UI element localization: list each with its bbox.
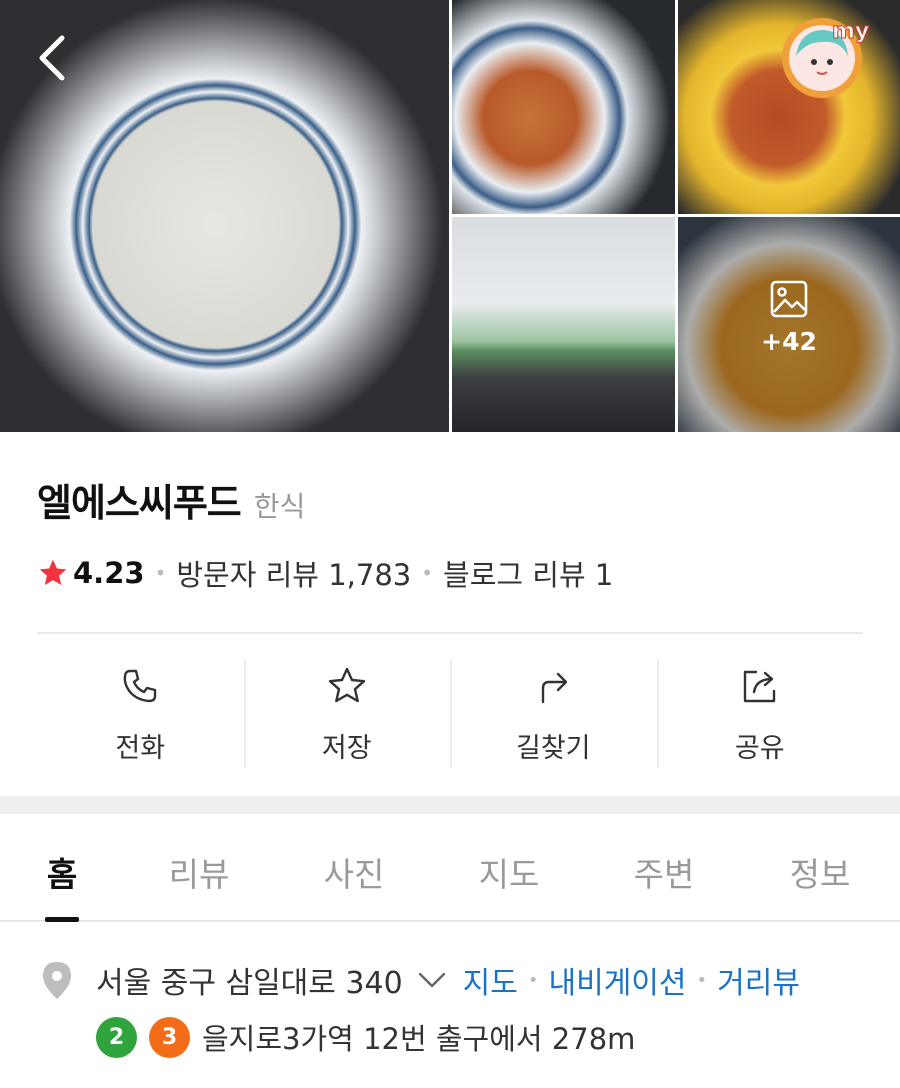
subway-directions-text: 을지로3가역 12번 출구에서 278m: [202, 1022, 636, 1056]
place-header: 엘에스씨푸드 한식: [37, 472, 305, 527]
blog-reviews-link[interactable]: 블로그 리뷰 1: [443, 552, 613, 594]
separator-dot: •: [527, 969, 539, 991]
street-view-link[interactable]: 거리뷰: [717, 958, 800, 1002]
tab-home[interactable]: 홈: [12, 848, 112, 896]
subway-line-2-badge: 2: [96, 1016, 137, 1058]
tab-info[interactable]: 정보: [770, 848, 870, 896]
call-button[interactable]: 전화: [37, 660, 244, 768]
chevron-down-icon[interactable]: [417, 970, 447, 990]
place-category: 한식: [253, 490, 306, 523]
map-link[interactable]: 지도: [463, 958, 518, 1002]
address-row: 서울 중구 삼일대로 340 지도 • 내비게이션 • 거리뷰: [40, 958, 800, 1002]
address-text: 서울 중구 삼일대로 340: [96, 966, 403, 1001]
separator-dot: •: [154, 561, 167, 585]
separator-dot: •: [696, 969, 708, 991]
more-photos[interactable]: +42: [678, 279, 900, 356]
tab-photos[interactable]: 사진: [304, 848, 404, 896]
save-label: 저장: [321, 733, 372, 764]
share-label: 공유: [734, 733, 785, 764]
active-tab-indicator: [45, 917, 79, 922]
side-dish-photo[interactable]: [452, 0, 675, 214]
navigation-link[interactable]: 내비게이션: [549, 958, 687, 1002]
action-bar: 전화 저장 길찾기 공유: [37, 660, 863, 768]
subway-line-3-badge: 3: [149, 1016, 190, 1058]
place-name: 엘에스씨푸드: [37, 481, 242, 525]
section-separator: [0, 796, 900, 814]
share-icon: [743, 670, 775, 703]
share-button[interactable]: 공유: [656, 660, 864, 768]
back-icon[interactable]: [30, 30, 74, 86]
subway-row: 2 3 을지로3가역 12번 출구에서 278m: [96, 1016, 635, 1058]
directions-button[interactable]: 길찾기: [450, 660, 657, 768]
tab-nearby[interactable]: 주변: [614, 848, 714, 896]
directions-icon: [542, 672, 568, 704]
rating-star-icon: [39, 559, 67, 585]
divider: [37, 632, 863, 634]
curry-photo[interactable]: +42: [678, 217, 900, 432]
my-badge-icon[interactable]: my: [774, 12, 870, 102]
photo-gallery: +42 my: [0, 0, 900, 432]
phone-icon: [123, 669, 157, 703]
visitor-reviews-link[interactable]: 방문자 리뷰 1,783: [176, 552, 411, 594]
image-icon: [770, 280, 808, 318]
cafeteria-photo[interactable]: [452, 217, 675, 432]
more-photos-count: +42: [761, 327, 817, 356]
star-outline-icon: [328, 667, 365, 703]
directions-label: 길찾기: [515, 733, 591, 764]
my-badge-text: my: [832, 19, 869, 44]
rating-value: 4.23: [73, 556, 145, 590]
separator-dot: •: [421, 561, 434, 585]
call-label: 전화: [115, 733, 166, 764]
tab-map[interactable]: 지도: [459, 848, 559, 896]
rating-row: 4.23 • 방문자 리뷰 1,783 • 블로그 리뷰 1: [37, 552, 613, 594]
location-pin-icon: [43, 962, 71, 999]
save-button[interactable]: 저장: [243, 660, 451, 768]
tab-reviews[interactable]: 리뷰: [149, 848, 249, 896]
tab-bar: 홈 리뷰 사진 지도 주변 정보: [0, 814, 900, 922]
